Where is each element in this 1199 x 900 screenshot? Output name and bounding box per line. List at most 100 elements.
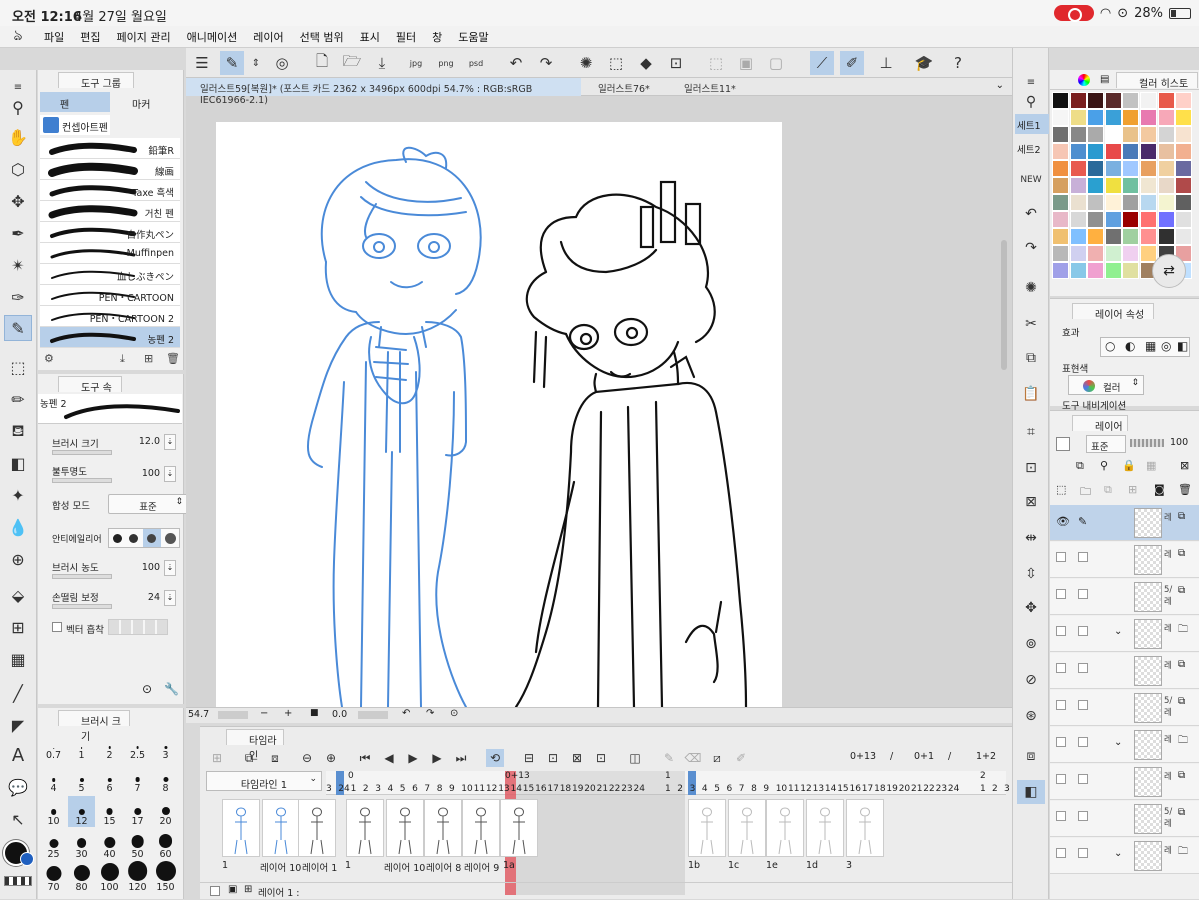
- color-swatch[interactable]: [1052, 92, 1069, 109]
- color-swatch[interactable]: [1157, 126, 1175, 143]
- new-folder-icon[interactable]: 🗀: [1080, 483, 1091, 502]
- merge-layer-icon[interactable]: ⊞: [1128, 483, 1137, 496]
- copy-layer-icon[interactable]: ⧉: [1104, 483, 1112, 497]
- balloon-icon[interactable]: 💬: [4, 774, 32, 800]
- paste-icon[interactable]: 📋: [1017, 382, 1045, 406]
- edit-checkbox[interactable]: [1078, 552, 1088, 562]
- brush-size-option[interactable]: 7: [124, 763, 151, 794]
- brush-item[interactable]: Muffinpen: [40, 243, 180, 264]
- brush-item[interactable]: 거친 펜: [40, 201, 180, 222]
- edit-checkbox[interactable]: [1078, 589, 1088, 599]
- angle-slider[interactable]: [358, 711, 388, 719]
- clear-icon[interactable]: ⬚: [604, 51, 628, 75]
- object-icon[interactable]: ⬡: [4, 156, 32, 182]
- color-swatch[interactable]: [1140, 194, 1157, 211]
- brush-item[interactable]: 농펜 2: [40, 327, 180, 348]
- brush-item[interactable]: Taxe 흑색: [40, 180, 180, 201]
- color-swatch[interactable]: [1122, 126, 1140, 143]
- color-swatch[interactable]: [1069, 109, 1087, 126]
- density-spin[interactable]: ⇣: [164, 560, 176, 576]
- tab-pen[interactable]: 펜: [40, 92, 110, 112]
- new-badge-icon[interactable]: NEW: [1017, 168, 1045, 192]
- aa-strong-icon[interactable]: [165, 533, 176, 544]
- layer-row[interactable]: 5/레 ⧉: [1050, 801, 1199, 837]
- brush-item[interactable]: 鉛筆R: [40, 138, 180, 159]
- brush-item[interactable]: PEN・CARTOON 2: [40, 306, 180, 327]
- toolprop-settings-icon[interactable]: 🔧: [164, 682, 179, 696]
- cel-thumbnail[interactable]: [222, 799, 260, 857]
- brush-size-option[interactable]: 30: [68, 829, 95, 860]
- color-swatch[interactable]: [1087, 228, 1105, 245]
- open-file-icon[interactable]: 🗁: [340, 51, 364, 75]
- visibility-checkbox[interactable]: [1056, 552, 1066, 562]
- brush-size-option[interactable]: 5: [68, 763, 95, 794]
- color-swatch[interactable]: [1157, 228, 1175, 245]
- aa-medium-icon[interactable]: [147, 534, 156, 543]
- color-swatch[interactable]: [1122, 211, 1140, 228]
- effect-pattern-icon[interactable]: ▦: [1145, 339, 1156, 353]
- edit-pen-icon[interactable]: ✎: [1078, 515, 1087, 528]
- color-swatch[interactable]: [1157, 211, 1175, 228]
- color-swatch[interactable]: [1157, 92, 1175, 109]
- brush-size-option[interactable]: 0.7: [40, 730, 67, 761]
- undo-right-icon[interactable]: ↶: [1017, 202, 1045, 226]
- color-swatch[interactable]: [1104, 177, 1122, 194]
- color-swatch[interactable]: [1052, 160, 1069, 177]
- brush-size-option[interactable]: 80: [68, 862, 95, 893]
- edit-checkbox[interactable]: [1078, 774, 1088, 784]
- doc-tab-2[interactable]: 일러스트76*: [584, 78, 666, 96]
- edit-checkbox[interactable]: [1078, 811, 1088, 821]
- menu-filter[interactable]: 필터: [388, 29, 424, 45]
- color-swatch[interactable]: [1104, 109, 1122, 126]
- tl-zoom-out-icon[interactable]: ⊖: [298, 749, 316, 767]
- edit-checkbox[interactable]: [1078, 737, 1088, 747]
- brush-size-option[interactable]: 70: [40, 862, 67, 893]
- angle-value[interactable]: 0.0: [332, 709, 347, 720]
- tl-loop-icon[interactable]: ⟲: [486, 749, 504, 767]
- brush-item[interactable]: 自作丸ペン: [40, 222, 180, 243]
- zoom-in-icon[interactable]: +: [284, 708, 292, 719]
- color-swatch[interactable]: [1087, 211, 1105, 228]
- color-slider-icon[interactable]: ▤: [1100, 74, 1109, 85]
- color-swatch[interactable]: [1140, 228, 1157, 245]
- color-swatch[interactable]: [1175, 109, 1193, 126]
- timeline-select[interactable]: 타임라인 1 ⌄: [206, 771, 322, 791]
- color-swatch[interactable]: [1140, 177, 1157, 194]
- blend-icon[interactable]: 💧: [4, 514, 32, 540]
- rect-select-icon[interactable]: ⬚: [4, 354, 32, 380]
- color-swatch[interactable]: [1052, 109, 1069, 126]
- stop-icon[interactable]: ■: [310, 708, 319, 718]
- color-swatch[interactable]: [1140, 92, 1157, 109]
- effect-tone-icon[interactable]: ◐: [1125, 339, 1135, 353]
- folder-chevron-icon[interactable]: ⌄: [1114, 737, 1122, 748]
- color-swatch[interactable]: [1157, 143, 1175, 160]
- app-icon[interactable]: ◎: [270, 51, 294, 75]
- move-layer-icon[interactable]: ✥: [1017, 596, 1045, 620]
- effect-color-icon[interactable]: ◧: [1177, 339, 1188, 353]
- antialias-row[interactable]: 안티에일리어: [52, 528, 180, 552]
- tl-cel-new-icon[interactable]: ⊟: [520, 749, 538, 767]
- visibility-checkbox[interactable]: [1056, 663, 1066, 673]
- color-swatch[interactable]: [1104, 92, 1122, 109]
- effect-buttons[interactable]: ○ ◐ ▦ ◎ ◧: [1100, 337, 1190, 357]
- subtool-settings-icon[interactable]: ⚙: [44, 352, 54, 365]
- edit-checkbox[interactable]: [1078, 626, 1088, 636]
- tl-onion-icon[interactable]: ◫: [626, 749, 644, 767]
- expr-select[interactable]: 컬러 ⇕: [1068, 375, 1144, 395]
- color-swatch[interactable]: [1052, 228, 1069, 245]
- menu-animation[interactable]: 애니메이션: [179, 29, 246, 45]
- rotate-left-icon[interactable]: ↶: [402, 708, 410, 719]
- snap-ruler-icon[interactable]: ⟋: [810, 51, 834, 75]
- zoom-icon[interactable]: ⚲: [4, 94, 32, 120]
- brush-size-option[interactable]: 10: [40, 796, 67, 827]
- visibility-checkbox[interactable]: [1056, 589, 1066, 599]
- color-swatch[interactable]: [1087, 143, 1105, 160]
- layer-row[interactable]: 레 ⧉: [1050, 653, 1199, 689]
- visibility-checkbox[interactable]: [1056, 848, 1066, 858]
- opacity-slider[interactable]: [52, 478, 112, 483]
- layer-row[interactable]: ⌄ 레 🗀: [1050, 838, 1199, 874]
- brush-size-option[interactable]: 20: [152, 796, 179, 827]
- density-slider[interactable]: [52, 574, 112, 579]
- menu-layer[interactable]: 레이어: [245, 29, 291, 45]
- blend-select[interactable]: 표준 ⇕: [108, 494, 188, 514]
